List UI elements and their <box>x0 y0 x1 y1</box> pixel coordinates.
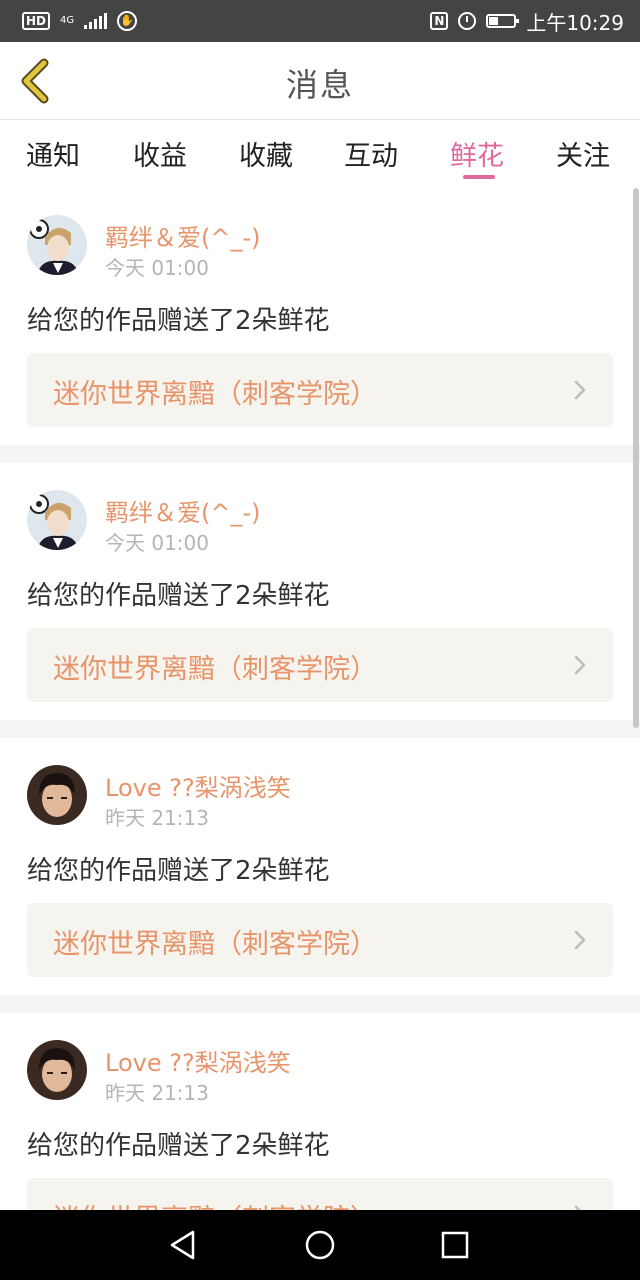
chevron-right-icon <box>574 655 586 675</box>
status-time: 上午10:29 <box>526 10 624 35</box>
sender-name[interactable]: 羁绊＆爱(^_-) <box>105 493 261 528</box>
message-list[interactable]: 羁绊＆爱(^_-) 今天 01:00 给您的作品赠送了2朵鲜花 迷你世界离黯（刺… <box>0 188 640 1210</box>
hd-icon: HD <box>22 12 51 30</box>
status-bar: HD 4G ✋ N 上午10:29 <box>0 0 640 42</box>
avatar[interactable] <box>27 490 87 550</box>
active-tab-indicator <box>463 175 495 179</box>
chevron-right-icon <box>574 930 586 950</box>
avatar[interactable] <box>27 765 87 825</box>
sender-name[interactable]: Love ??梨涡浅笑 <box>105 1043 291 1078</box>
work-title: 迷你世界离黯（刺客学院） <box>53 379 377 410</box>
message-card[interactable]: 羁绊＆爱(^_-) 今天 01:00 给您的作品赠送了2朵鲜花 迷你世界离黯（刺… <box>0 188 640 445</box>
message-text: 给您的作品赠送了2朵鲜花 <box>27 581 330 611</box>
work-link[interactable]: 迷你世界离黯（刺客学院） <box>27 628 613 702</box>
signal-icon <box>84 13 108 29</box>
tab-bar: 通知 收益 收藏 互动 鲜花 关注 <box>0 120 640 188</box>
work-title: 迷你世界离黯（刺客学院） <box>53 929 377 960</box>
tab-favorites[interactable]: 收藏 <box>239 134 293 173</box>
battery-icon <box>486 14 520 28</box>
status-right-icons: N 上午10:29 <box>430 7 624 36</box>
back-triangle-icon[interactable] <box>166 1228 200 1262</box>
avatar[interactable] <box>27 215 87 275</box>
photo-avatar-image <box>27 765 87 825</box>
alarm-icon <box>458 12 477 30</box>
status-left-icons: HD 4G ✋ <box>22 11 138 31</box>
message-card[interactable]: Love ??梨涡浅笑 昨天 21:13 给您的作品赠送了2朵鲜花 迷你世界离黯… <box>0 738 640 995</box>
network-type: 4G <box>60 15 75 26</box>
header: 消息 <box>0 42 640 120</box>
recents-square-icon[interactable] <box>438 1228 472 1262</box>
page-title: 消息 <box>285 66 354 104</box>
chevron-right-icon <box>574 380 586 400</box>
message-time: 今天 01:00 <box>105 256 209 280</box>
message-text: 给您的作品赠送了2朵鲜花 <box>27 1131 330 1161</box>
tab-follows[interactable]: 关注 <box>556 134 610 173</box>
work-link[interactable]: 迷你世界离黯（刺客学院） <box>27 353 613 427</box>
message-card[interactable]: 羁绊＆爱(^_-) 今天 01:00 给您的作品赠送了2朵鲜花 迷你世界离黯（刺… <box>0 463 640 720</box>
message-text: 给您的作品赠送了2朵鲜花 <box>27 856 330 886</box>
tab-earnings[interactable]: 收益 <box>133 134 187 173</box>
avatar[interactable] <box>27 1040 87 1100</box>
nfc-icon: N <box>430 12 449 30</box>
work-title: 迷你世界离黯（刺客学院） <box>53 654 377 685</box>
sender-name[interactable]: Love ??梨涡浅笑 <box>105 768 291 803</box>
tab-interactions[interactable]: 互动 <box>344 134 398 173</box>
anime-avatar-image <box>27 215 87 275</box>
message-time: 今天 01:00 <box>105 531 209 555</box>
message-time: 昨天 21:13 <box>105 1081 209 1105</box>
scrollbar[interactable] <box>633 188 639 728</box>
hand-icon: ✋ <box>117 11 138 31</box>
message-time: 昨天 21:13 <box>105 806 209 830</box>
message-card[interactable]: Love ??梨涡浅笑 昨天 21:13 给您的作品赠送了2朵鲜花 迷你世界离黯… <box>0 1013 640 1210</box>
work-link[interactable]: 迷你世界离黯（刺客学院） <box>27 903 613 977</box>
message-text: 给您的作品赠送了2朵鲜花 <box>27 306 330 336</box>
tab-flowers[interactable]: 鲜花 <box>450 134 504 173</box>
tab-notifications[interactable]: 通知 <box>26 134 80 173</box>
work-link[interactable]: 迷你世界离黯（刺客学院） <box>27 1178 613 1210</box>
anime-avatar-image <box>27 490 87 550</box>
photo-avatar-image <box>27 1040 87 1100</box>
system-nav-bar <box>0 1210 640 1280</box>
home-circle-icon[interactable] <box>303 1228 337 1262</box>
sender-name[interactable]: 羁绊＆爱(^_-) <box>105 218 261 253</box>
work-title: 迷你世界离黯（刺客学院） <box>53 1197 377 1210</box>
